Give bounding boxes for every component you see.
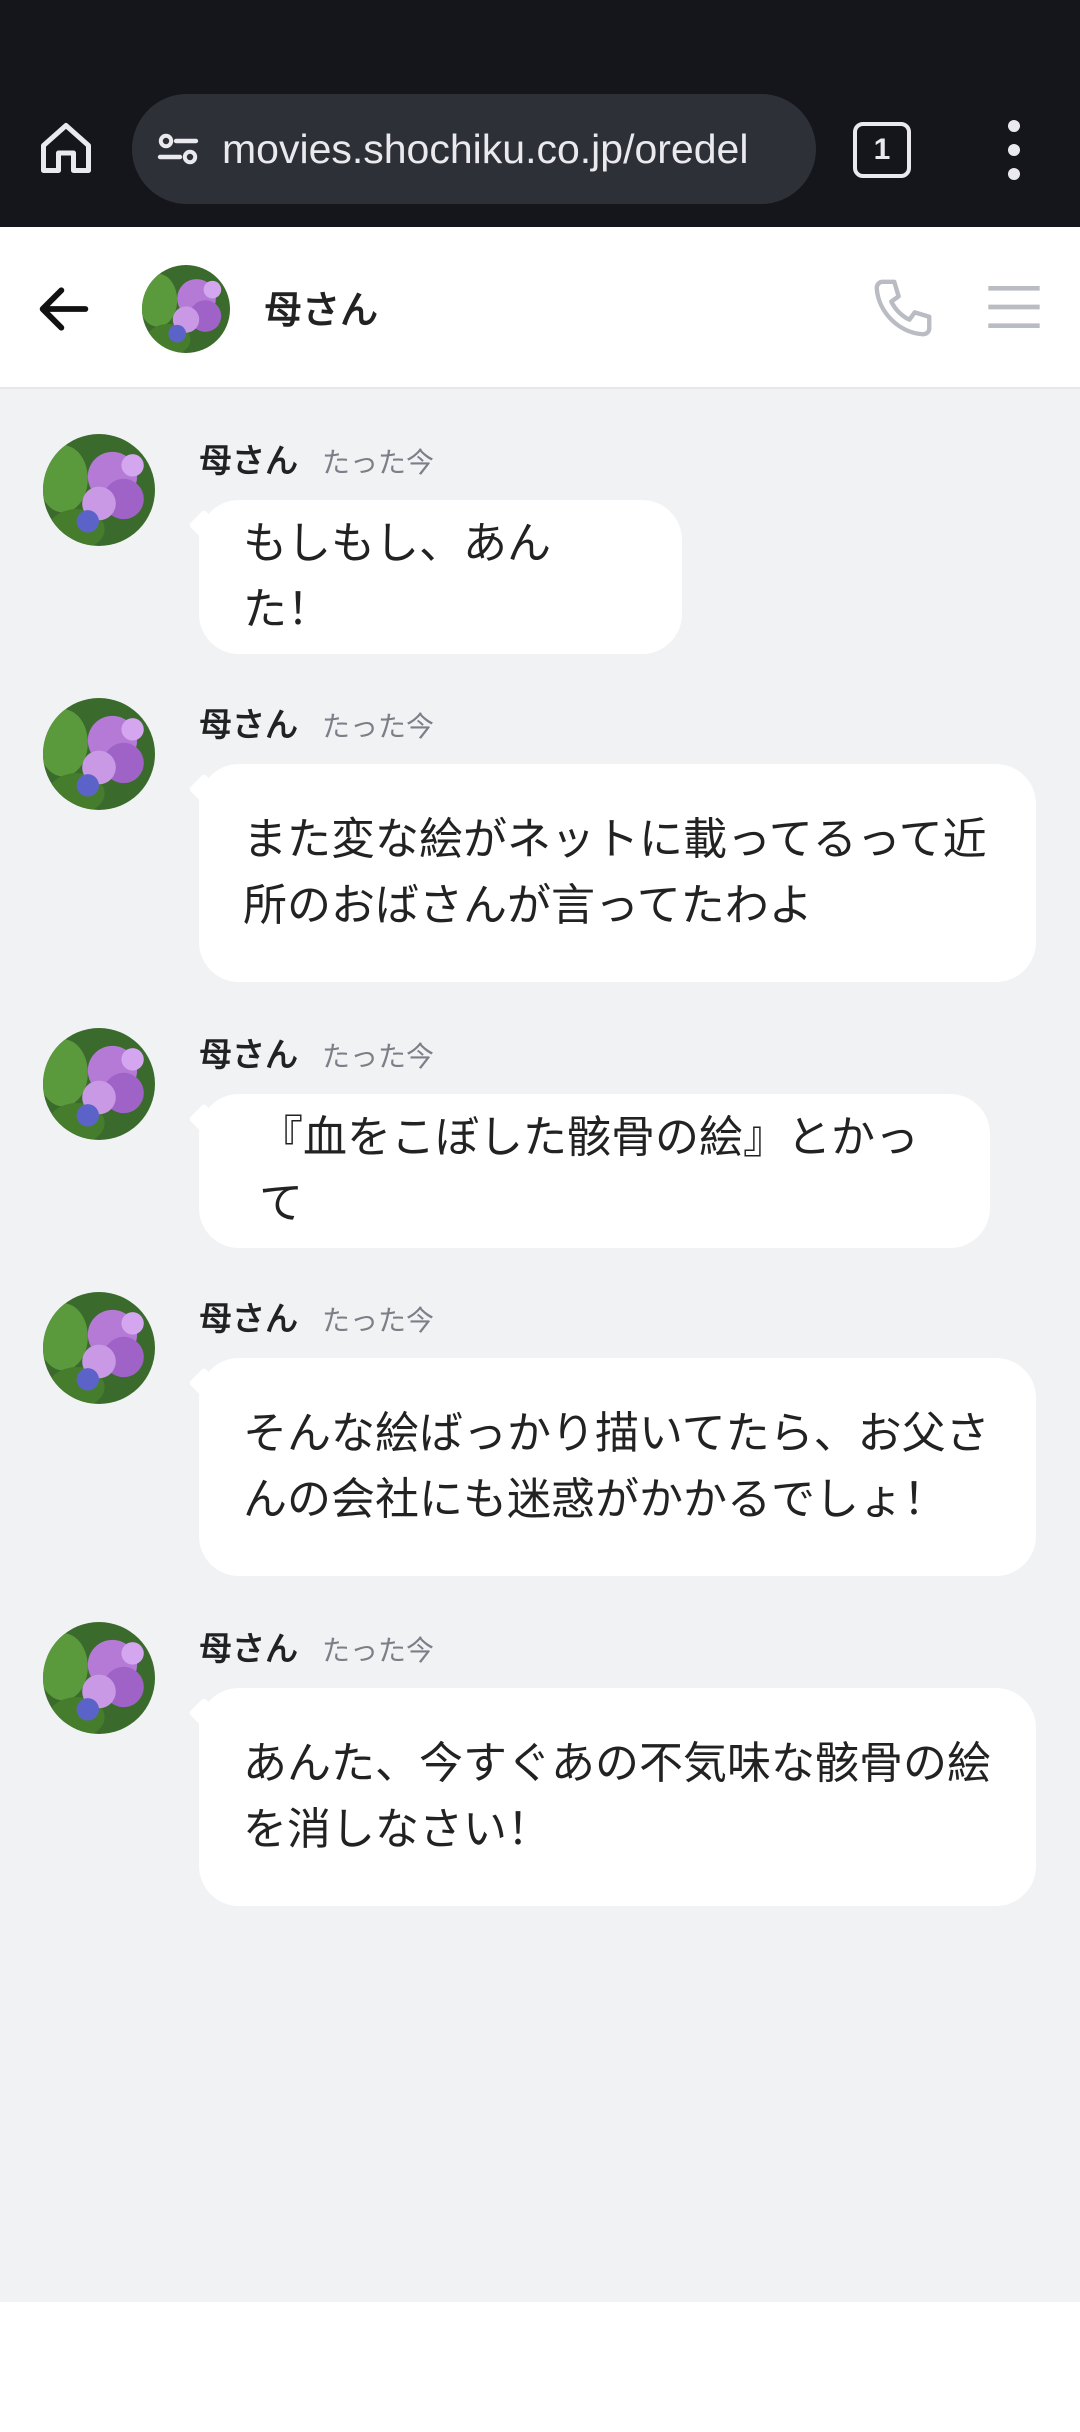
bottom-area [0,2302,1080,2432]
arrow-left-icon[interactable] [32,277,96,341]
message-text: 『血をこぼした骸骨の絵』とかって [259,1112,919,1229]
avatar[interactable] [43,1622,155,1734]
sender-name: 母さん [199,442,298,479]
avatar[interactable] [43,698,155,810]
tab-count: 1 [853,122,911,178]
timestamp: たった今 [322,1041,435,1072]
home-icon [41,123,91,173]
avatar[interactable] [43,1028,155,1140]
avatar[interactable] [43,434,155,546]
message-text: また変な絵がネットに載ってるって近 所のおばさんが言ってたわよ [243,814,987,931]
hydrangea-avatar [43,1292,155,1404]
message-meta: 母さん たった今 [199,1292,434,1337]
message-meta: 母さん たった今 [199,698,434,743]
sender-name: 母さん [199,706,298,743]
hamburger-icon[interactable] [986,281,1042,333]
timestamp: たった今 [322,1635,435,1666]
message-bubble[interactable]: また変な絵がネットに載ってるって近 所のおばさんが言ってたわよ [199,764,1036,982]
more-vert-icon[interactable] [994,116,1034,184]
sender-name: 母さん [199,1630,298,1667]
message-bubble[interactable]: 『血をこぼした骸骨の絵』とかって [199,1094,990,1248]
phone-icon[interactable] [868,273,938,343]
hydrangea-avatar [43,1028,155,1140]
avatar[interactable] [142,265,230,353]
chat-header: 母さん [0,227,1080,389]
hydrangea-avatar [43,698,155,810]
url-text: movies.shochiku.co.jp/oredel [222,125,749,172]
site-settings-icon[interactable] [154,125,202,173]
browser-toolbar: movies.shochiku.co.jp/oredel 1 [0,0,1080,227]
message-text: あんた、今すぐあの不気味な骸骨の絵 を消しなさい！ [243,1738,991,1855]
message-meta: 母さん たった今 [199,434,434,479]
chat-title: 母さん [264,290,379,332]
address-bar[interactable]: movies.shochiku.co.jp/oredel [132,94,816,204]
message-bubble[interactable]: あんた、今すぐあの不気味な骸骨の絵 を消しなさい！ [199,1688,1036,1906]
avatar[interactable] [43,1292,155,1404]
message-meta: 母さん たった今 [199,1028,434,1073]
sender-name: 母さん [199,1300,298,1337]
message-bubble[interactable]: もしもし、あんた！ [199,500,682,654]
timestamp: たった今 [322,447,435,478]
sender-name: 母さん [199,1036,298,1073]
hydrangea-avatar [43,1622,155,1734]
message-meta: 母さん たった今 [199,1622,434,1667]
timestamp: たった今 [322,711,435,742]
message-list[interactable]: 母さん たった今 もしもし、あんた！ 母さん たった今 また変な絵がネットに載っ… [0,389,1080,2302]
hydrangea-avatar [142,265,230,353]
message-text: そんな絵ばっかり描いてたら、お父さ んの会社にも迷惑がかかるでしょ！ [243,1408,990,1525]
home-button[interactable] [30,112,102,184]
hydrangea-avatar [43,434,155,546]
timestamp: たった今 [322,1305,435,1336]
tab-switcher-button[interactable]: 1 [853,122,911,178]
message-bubble[interactable]: そんな絵ばっかり描いてたら、お父さ んの会社にも迷惑がかかるでしょ！ [199,1358,1036,1576]
message-text: もしもし、あんた！ [243,518,551,635]
